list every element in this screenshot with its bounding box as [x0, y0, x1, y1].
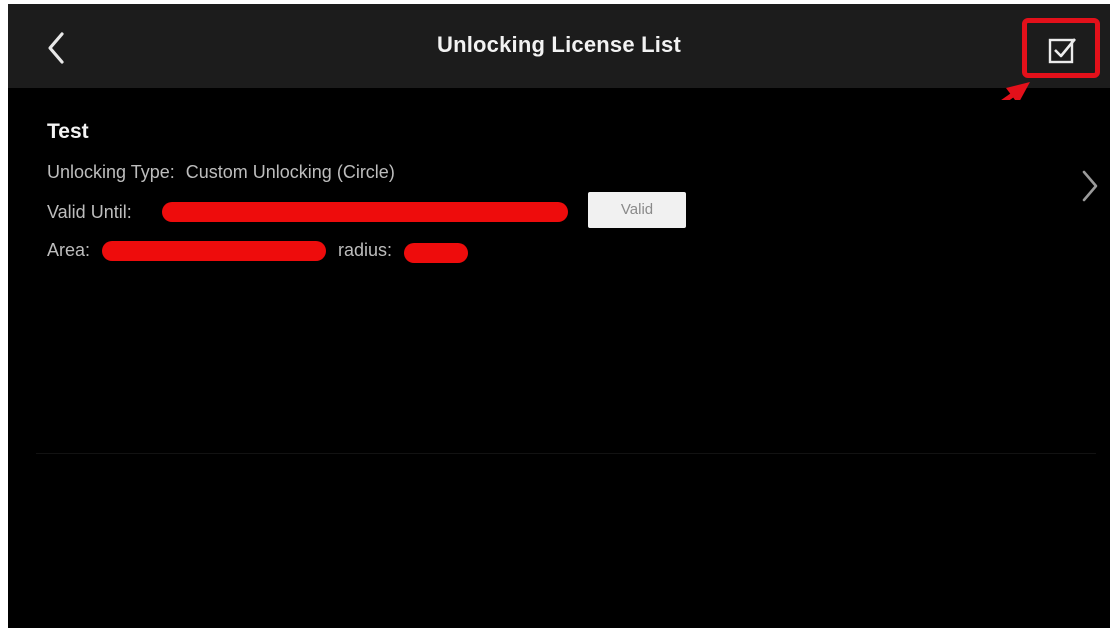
unlocking-type-row: Unlocking Type: Custom Unlocking (Circle… — [47, 162, 395, 183]
status-badge: Valid — [588, 192, 686, 228]
checkbox-checked-icon — [1048, 38, 1077, 64]
chevron-right-icon — [1082, 170, 1098, 202]
license-name: Test — [47, 120, 89, 143]
top-bar: Unlocking License List — [8, 4, 1110, 88]
area-label: Area: — [47, 240, 91, 260]
app-screen: Unlocking License List Test Unlocking Ty… — [8, 4, 1110, 628]
redacted-area — [102, 241, 326, 261]
valid-until-label: Valid Until: — [47, 202, 132, 222]
unlocking-type-value: Custom Unlocking (Circle) — [185, 162, 395, 182]
valid-until-row: Valid Until: — [47, 202, 132, 223]
redacted-radius — [404, 243, 468, 263]
select-all-button[interactable] — [1022, 18, 1100, 78]
redacted-valid-until — [162, 202, 568, 222]
list-divider — [36, 453, 1096, 454]
unlocking-type-label: Unlocking Type: — [47, 162, 175, 182]
radius-label: radius: — [338, 240, 393, 260]
license-list-item[interactable]: Test Unlocking Type: Custom Unlocking (C… — [26, 100, 1110, 278]
page-title: Unlocking License List — [436, 32, 681, 57]
area-row: Area: — [47, 240, 90, 261]
